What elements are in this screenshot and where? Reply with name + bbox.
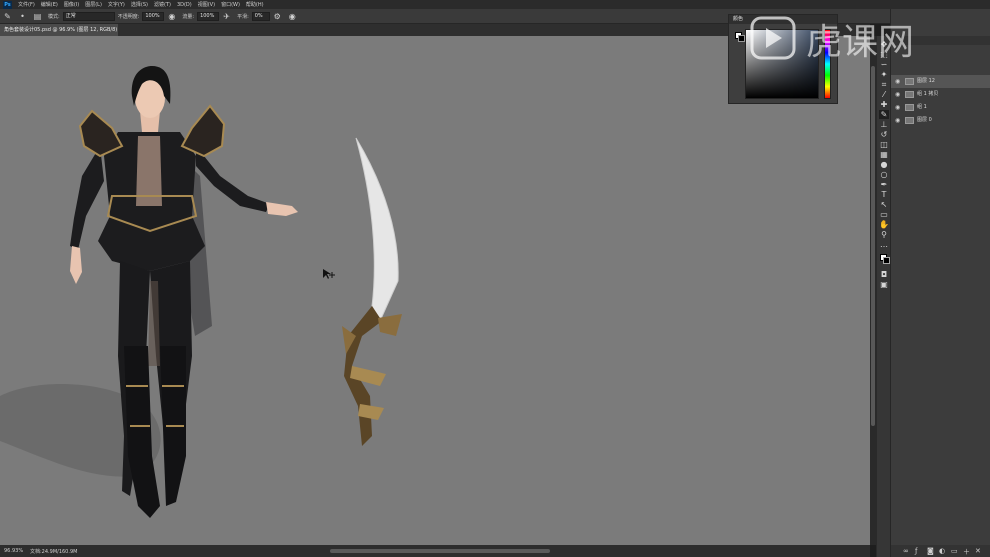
visibility-eye-icon[interactable]: ◉ bbox=[895, 114, 900, 127]
vertical-scrollbar-thumb[interactable] bbox=[871, 66, 875, 426]
mode-select[interactable]: 正常 bbox=[62, 11, 115, 21]
right-shoulder-pad bbox=[180, 104, 226, 158]
menu-help[interactable]: 帮助(H) bbox=[246, 1, 264, 8]
more-tools-icon[interactable]: … bbox=[879, 240, 889, 249]
menu-3d[interactable]: 3D(D) bbox=[177, 2, 192, 8]
horizontal-scrollbar[interactable] bbox=[330, 549, 550, 553]
folder-icon bbox=[905, 104, 914, 111]
folder-icon bbox=[905, 91, 914, 98]
zoom-level[interactable]: 96.93% bbox=[4, 548, 30, 554]
flow-input[interactable]: 100% bbox=[197, 11, 220, 21]
opacity-label: 不透明度: bbox=[117, 13, 140, 20]
ps-logo-icon: Ps bbox=[3, 0, 12, 9]
delete-layer-icon[interactable]: ✕ bbox=[975, 547, 981, 555]
dagger-blade bbox=[355, 137, 399, 323]
right-arm bbox=[196, 146, 270, 212]
tools-panel: ✥ ⬚ ∽ ✦ ⌗ ⁄ ✚ ✎ ⊥ ↺ ◫ ▦ ● ○ ✒ T ↖ ▭ ✋ ⚲ … bbox=[876, 36, 890, 557]
add-mask-icon[interactable]: ◙ bbox=[927, 547, 934, 555]
pen-tool-icon[interactable]: ✒ bbox=[879, 180, 889, 189]
huke-watermark: 虎课网 bbox=[746, 12, 982, 70]
brush-tool-icon[interactable]: ✎ bbox=[879, 110, 889, 119]
blur-tool-icon[interactable]: ● bbox=[879, 160, 889, 169]
type-tool-icon[interactable]: T bbox=[879, 190, 889, 199]
smoothing-label: 平滑: bbox=[237, 13, 249, 20]
menu-bar: Ps 文件(F) 编辑(E) 图像(I) 图层(L) 文字(Y) 选择(S) 滤… bbox=[0, 0, 990, 9]
move-cursor-icon bbox=[322, 268, 336, 282]
menu-filter[interactable]: 滤镜(T) bbox=[154, 1, 171, 8]
layer-style-icon[interactable]: ƒ bbox=[915, 547, 917, 555]
gradient-tool-icon[interactable]: ▦ bbox=[879, 150, 889, 159]
eyedropper-tool-icon[interactable]: ⁄ bbox=[879, 90, 889, 99]
layer-row[interactable]: ◉ 组 1 拷贝 bbox=[891, 88, 990, 101]
color-panel-background-swatch[interactable] bbox=[738, 35, 745, 42]
quick-select-tool-icon[interactable]: ✦ bbox=[879, 70, 889, 79]
link-layers-icon[interactable]: ∞ bbox=[903, 547, 909, 555]
artwork bbox=[0, 66, 402, 518]
background-color-swatch[interactable] bbox=[883, 257, 890, 264]
menu-image[interactable]: 图像(I) bbox=[64, 1, 79, 8]
document-tab[interactable]: 角色套装设计05.psd @ 96.9% (图层 12, RGB/8) * bbox=[0, 24, 118, 45]
right-hand bbox=[266, 202, 298, 216]
brush-preset-icon[interactable]: ✎ bbox=[3, 12, 12, 21]
visibility-eye-icon[interactable]: ◉ bbox=[895, 101, 900, 114]
zoom-tool-icon[interactable]: ⚲ bbox=[879, 230, 889, 239]
quick-mask-icon[interactable]: ◘ bbox=[879, 270, 889, 279]
layers-panel-footer: ∞ ƒ ◙ ◐ ▭ ＋ ✕ bbox=[891, 545, 990, 557]
healing-tool-icon[interactable]: ✚ bbox=[879, 100, 889, 109]
history-brush-tool-icon[interactable]: ↺ bbox=[879, 130, 889, 139]
layer-row[interactable]: ◉ 组 1 bbox=[891, 101, 990, 114]
left-arm bbox=[70, 146, 104, 250]
canvas[interactable] bbox=[0, 36, 870, 545]
left-hand bbox=[70, 246, 82, 284]
layer-row[interactable]: ◉ 图层 12 bbox=[891, 75, 990, 88]
pressure-size-icon[interactable]: ◉ bbox=[288, 12, 297, 21]
brush-size-icon[interactable]: • bbox=[18, 12, 27, 21]
smoothing-input[interactable]: 0% bbox=[251, 11, 270, 21]
menu-layer[interactable]: 图层(L) bbox=[85, 1, 102, 8]
dodge-tool-icon[interactable]: ○ bbox=[879, 170, 889, 179]
visibility-eye-icon[interactable]: ◉ bbox=[895, 75, 900, 88]
brush-panel-icon[interactable]: ▤ bbox=[33, 12, 42, 21]
layer-thumbnail bbox=[905, 78, 914, 85]
sheer-inner-leg bbox=[148, 281, 160, 366]
status-bar: 96.93% 文档:24.9M/160.9M bbox=[0, 545, 870, 557]
visibility-eye-icon[interactable]: ◉ bbox=[895, 88, 900, 101]
layer-name: 组 1 拷贝 bbox=[917, 91, 939, 97]
airbrush-icon[interactable]: ✈ bbox=[222, 12, 231, 21]
menu-select[interactable]: 选择(S) bbox=[131, 1, 148, 8]
flow-label: 流量: bbox=[182, 13, 195, 20]
document-info: 文档:24.9M/160.9M bbox=[30, 548, 78, 555]
new-layer-icon[interactable]: ＋ bbox=[963, 547, 970, 557]
path-select-tool-icon[interactable]: ↖ bbox=[879, 200, 889, 209]
watermark-text: 虎课网 bbox=[806, 22, 914, 63]
menu-type[interactable]: 文字(Y) bbox=[108, 1, 125, 8]
layer-name: 图层 12 bbox=[917, 78, 935, 84]
layer-name: 组 1 bbox=[917, 104, 927, 110]
menu-window[interactable]: 窗口(W) bbox=[221, 1, 240, 8]
left-shoulder-pad bbox=[78, 109, 124, 158]
hand-tool-icon[interactable]: ✋ bbox=[879, 220, 889, 229]
layer-thumbnail bbox=[905, 117, 914, 124]
settings-gear-icon[interactable]: ⚙ bbox=[273, 12, 282, 21]
rectangle-tool-icon[interactable]: ▭ bbox=[879, 210, 889, 219]
menu-view[interactable]: 视图(V) bbox=[198, 1, 215, 8]
crop-tool-icon[interactable]: ⌗ bbox=[879, 80, 889, 89]
opacity-input[interactable]: 100% bbox=[142, 11, 165, 21]
pressure-opacity-icon[interactable]: ◉ bbox=[167, 12, 176, 21]
stamp-tool-icon[interactable]: ⊥ bbox=[879, 120, 889, 129]
eraser-tool-icon[interactable]: ◫ bbox=[879, 140, 889, 149]
adjustment-layer-icon[interactable]: ◐ bbox=[939, 547, 945, 555]
menu-file[interactable]: 文件(F) bbox=[18, 1, 35, 8]
screen-mode-icon[interactable]: ▣ bbox=[879, 280, 889, 289]
menu-edit[interactable]: 编辑(E) bbox=[41, 1, 58, 8]
layer-name: 图层 0 bbox=[917, 117, 932, 123]
new-group-icon[interactable]: ▭ bbox=[951, 547, 958, 555]
mode-label: 模式: bbox=[48, 13, 60, 20]
layer-row[interactable]: ◉ 图层 0 bbox=[891, 114, 990, 127]
layers-panel: ◉ 图层 12 ◉ 组 1 拷贝 ◉ 组 1 ◉ 图层 0 ∞ ƒ ◙ ◐ ▭ … bbox=[890, 9, 990, 557]
